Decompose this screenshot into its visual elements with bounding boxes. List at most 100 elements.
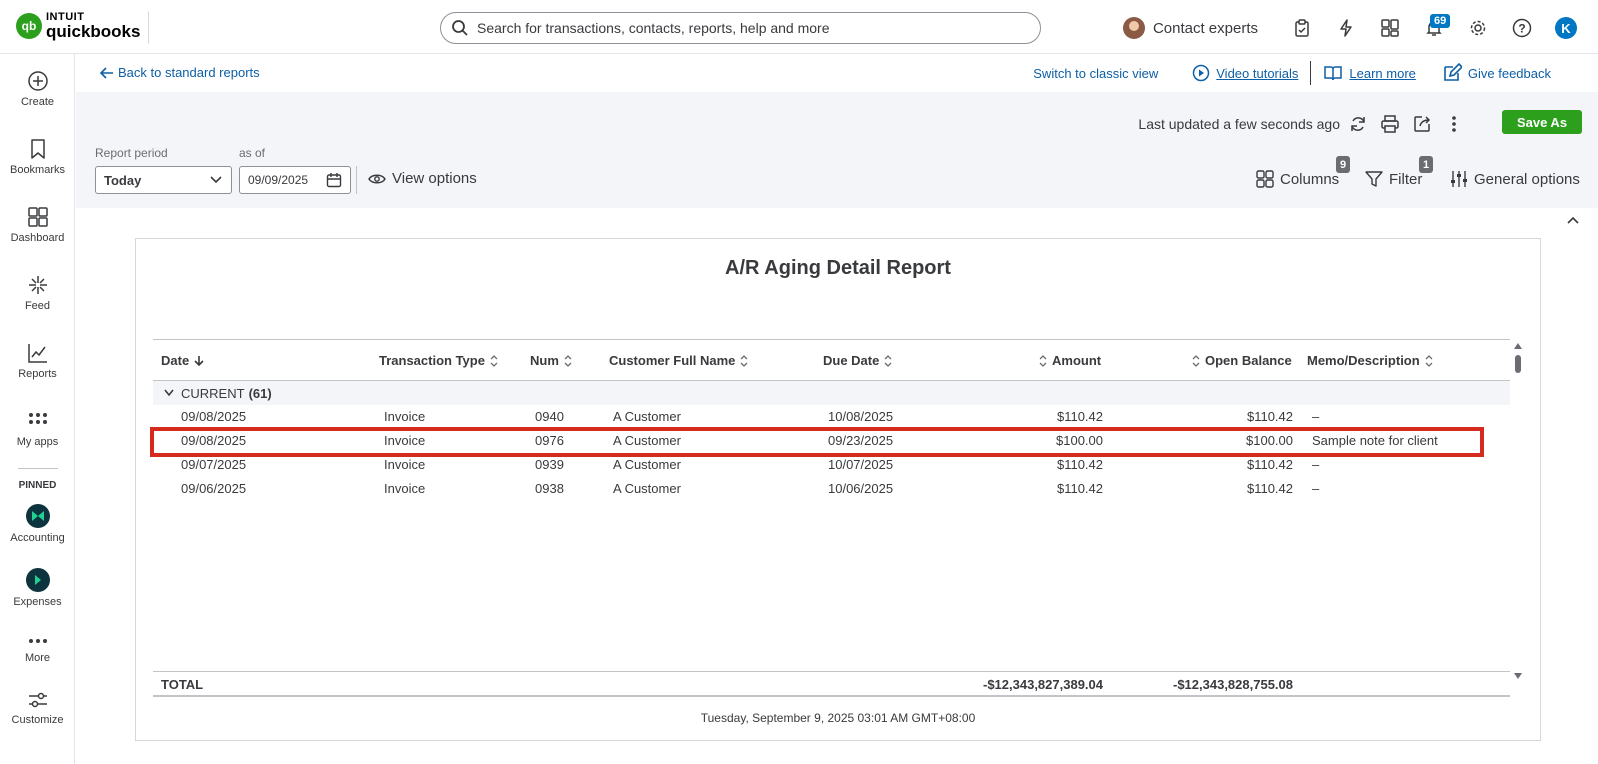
table-row[interactable]: 09/06/2025 Invoice 0938 A Customer 10/06… xyxy=(153,477,1510,501)
cell-type[interactable]: Invoice xyxy=(384,457,425,472)
back-link-label: Back to standard reports xyxy=(118,65,260,80)
view-options-button[interactable]: View options xyxy=(368,170,477,187)
nav-expenses[interactable]: Expenses xyxy=(0,568,75,608)
column-header-amount[interactable]: Amount xyxy=(1038,353,1101,368)
header-label: Amount xyxy=(1052,353,1102,368)
clipboard-icon xyxy=(1295,19,1309,37)
switch-classic-label: Switch to classic view xyxy=(1033,65,1159,81)
notification-badge: 69 xyxy=(1430,14,1451,28)
group-count: (61) xyxy=(248,385,272,401)
header-label: Transaction Type xyxy=(379,353,485,368)
report-title: A/R Aging Detail Report xyxy=(725,257,951,279)
give-feedback-link[interactable]: Give feedback xyxy=(1442,63,1551,83)
sort-icon xyxy=(1192,354,1200,367)
column-header-open-balance[interactable]: Open Balance xyxy=(1191,353,1292,368)
nav-label: Bookmarks xyxy=(9,164,66,176)
report-controls: Last updated a few seconds ago Save As R… xyxy=(76,92,1598,208)
export-button[interactable] xyxy=(1408,110,1436,138)
column-header-date[interactable]: Date xyxy=(161,353,205,368)
cell-type[interactable]: Invoice xyxy=(384,433,425,448)
nav-customize[interactable]: Customize xyxy=(0,690,75,726)
report-period-select[interactable]: Today xyxy=(95,166,232,194)
apps-button[interactable] xyxy=(1368,10,1412,46)
user-menu-button[interactable]: K xyxy=(1544,10,1588,46)
nav-label: Reports xyxy=(18,368,57,380)
top-bar: qb INTUIT quickbooks Search for transact… xyxy=(0,0,1598,54)
nav-create[interactable]: Create xyxy=(0,70,75,108)
columns-button[interactable]: Columns xyxy=(1256,170,1339,188)
contact-experts-label: Contact experts xyxy=(1152,19,1258,37)
help-button[interactable]: ? xyxy=(1500,10,1544,46)
sort-icon xyxy=(1425,354,1433,367)
report-timestamp: Tuesday, September 9, 2025 03:01 AM GMT+… xyxy=(700,711,976,725)
cell-date: 09/06/2025 xyxy=(181,481,247,496)
nav-bookmarks[interactable]: Bookmarks xyxy=(0,138,75,176)
table-scrollbar[interactable] xyxy=(1512,339,1524,684)
filter-button[interactable]: Filter xyxy=(1365,170,1422,188)
column-header-memo[interactable]: Memo/Description xyxy=(1307,353,1434,368)
cell-memo: – xyxy=(1312,409,1320,424)
settings-button[interactable] xyxy=(1456,10,1500,46)
left-nav: Create Bookmarks Dashboard Feed Reports … xyxy=(0,54,75,764)
column-header-num[interactable]: Num xyxy=(530,353,573,368)
total-label: TOTAL xyxy=(161,677,204,692)
group-row-current[interactable]: CURRENT (61) xyxy=(153,381,1510,405)
export-icon xyxy=(1414,116,1431,132)
nav-dashboard[interactable]: Dashboard xyxy=(0,206,75,244)
as-of-date-input[interactable]: 09/09/2025 xyxy=(239,166,351,194)
filter-label: Filter xyxy=(1389,170,1423,188)
back-to-reports-link[interactable]: Back to standard reports xyxy=(100,65,260,80)
calendar-icon xyxy=(326,173,342,188)
more-vertical-icon xyxy=(1452,116,1456,132)
user-avatar: K xyxy=(1555,17,1577,39)
columns-count-badge: 9 xyxy=(1336,156,1350,173)
quick-actions-button[interactable] xyxy=(1324,10,1368,46)
cell-date: 09/08/2025 xyxy=(181,433,247,448)
view-options-label: View options xyxy=(392,170,477,187)
table-row[interactable]: 09/07/2025 Invoice 0939 A Customer 10/07… xyxy=(153,453,1510,477)
contact-experts-button[interactable]: Contact experts xyxy=(1122,17,1258,39)
cell-due: 10/07/2025 xyxy=(828,457,894,472)
bookmark-icon xyxy=(30,139,45,159)
column-header-customer[interactable]: Customer Full Name xyxy=(609,353,749,368)
cell-customer: A Customer xyxy=(613,433,681,448)
print-button[interactable] xyxy=(1376,110,1404,138)
table-row[interactable]: 09/08/2025 Invoice 0976 A Customer 09/23… xyxy=(153,429,1510,453)
cell-type[interactable]: Invoice xyxy=(384,481,425,496)
sort-icon xyxy=(884,354,892,367)
video-tutorials-link[interactable]: Video tutorials xyxy=(1192,64,1298,82)
cell-type[interactable]: Invoice xyxy=(384,409,425,424)
nav-more[interactable]: More xyxy=(0,634,75,664)
nav-my-apps[interactable]: My apps xyxy=(0,410,75,448)
header-label: Date xyxy=(161,353,190,368)
more-dots-icon xyxy=(28,639,47,643)
column-header-due-date[interactable]: Due Date xyxy=(823,353,893,368)
cell-num: 0976 xyxy=(535,433,564,448)
nav-divider xyxy=(18,468,58,469)
nav-feed[interactable]: Feed xyxy=(0,274,75,312)
link-divider xyxy=(1310,61,1312,85)
cell-due: 10/06/2025 xyxy=(828,481,894,496)
cell-amount: $110.42 xyxy=(1056,481,1103,496)
more-options-button[interactable] xyxy=(1440,110,1468,138)
nav-accounting[interactable]: Accounting xyxy=(0,504,75,544)
quickbooks-logo[interactable]: qb INTUIT quickbooks xyxy=(16,12,140,40)
header-label: Open Balance xyxy=(1205,353,1292,368)
video-tutorials-label: Video tutorials xyxy=(1216,65,1299,81)
table-row[interactable]: 09/08/2025 Invoice 0940 A Customer 10/08… xyxy=(153,405,1510,429)
save-as-button[interactable]: Save As xyxy=(1502,110,1582,134)
search-input[interactable]: Search for transactions, contacts, repor… xyxy=(440,12,1041,44)
tasks-button[interactable] xyxy=(1280,10,1324,46)
general-options-button[interactable]: General options xyxy=(1450,170,1580,188)
learn-more-link[interactable]: Learn more xyxy=(1323,64,1416,82)
collapse-controls-button[interactable] xyxy=(1566,212,1580,230)
book-icon xyxy=(1324,66,1343,81)
switch-classic-link[interactable]: Switch to classic view xyxy=(1033,66,1158,81)
accounting-icon xyxy=(25,504,50,528)
learn-more-label: Learn more xyxy=(1349,65,1416,81)
notifications-button[interactable]: 69 xyxy=(1412,10,1456,46)
refresh-button[interactable] xyxy=(1344,110,1372,138)
column-header-transaction-type[interactable]: Transaction Type xyxy=(379,353,499,368)
scrollbar-track xyxy=(1514,343,1522,679)
nav-reports[interactable]: Reports xyxy=(0,342,75,380)
